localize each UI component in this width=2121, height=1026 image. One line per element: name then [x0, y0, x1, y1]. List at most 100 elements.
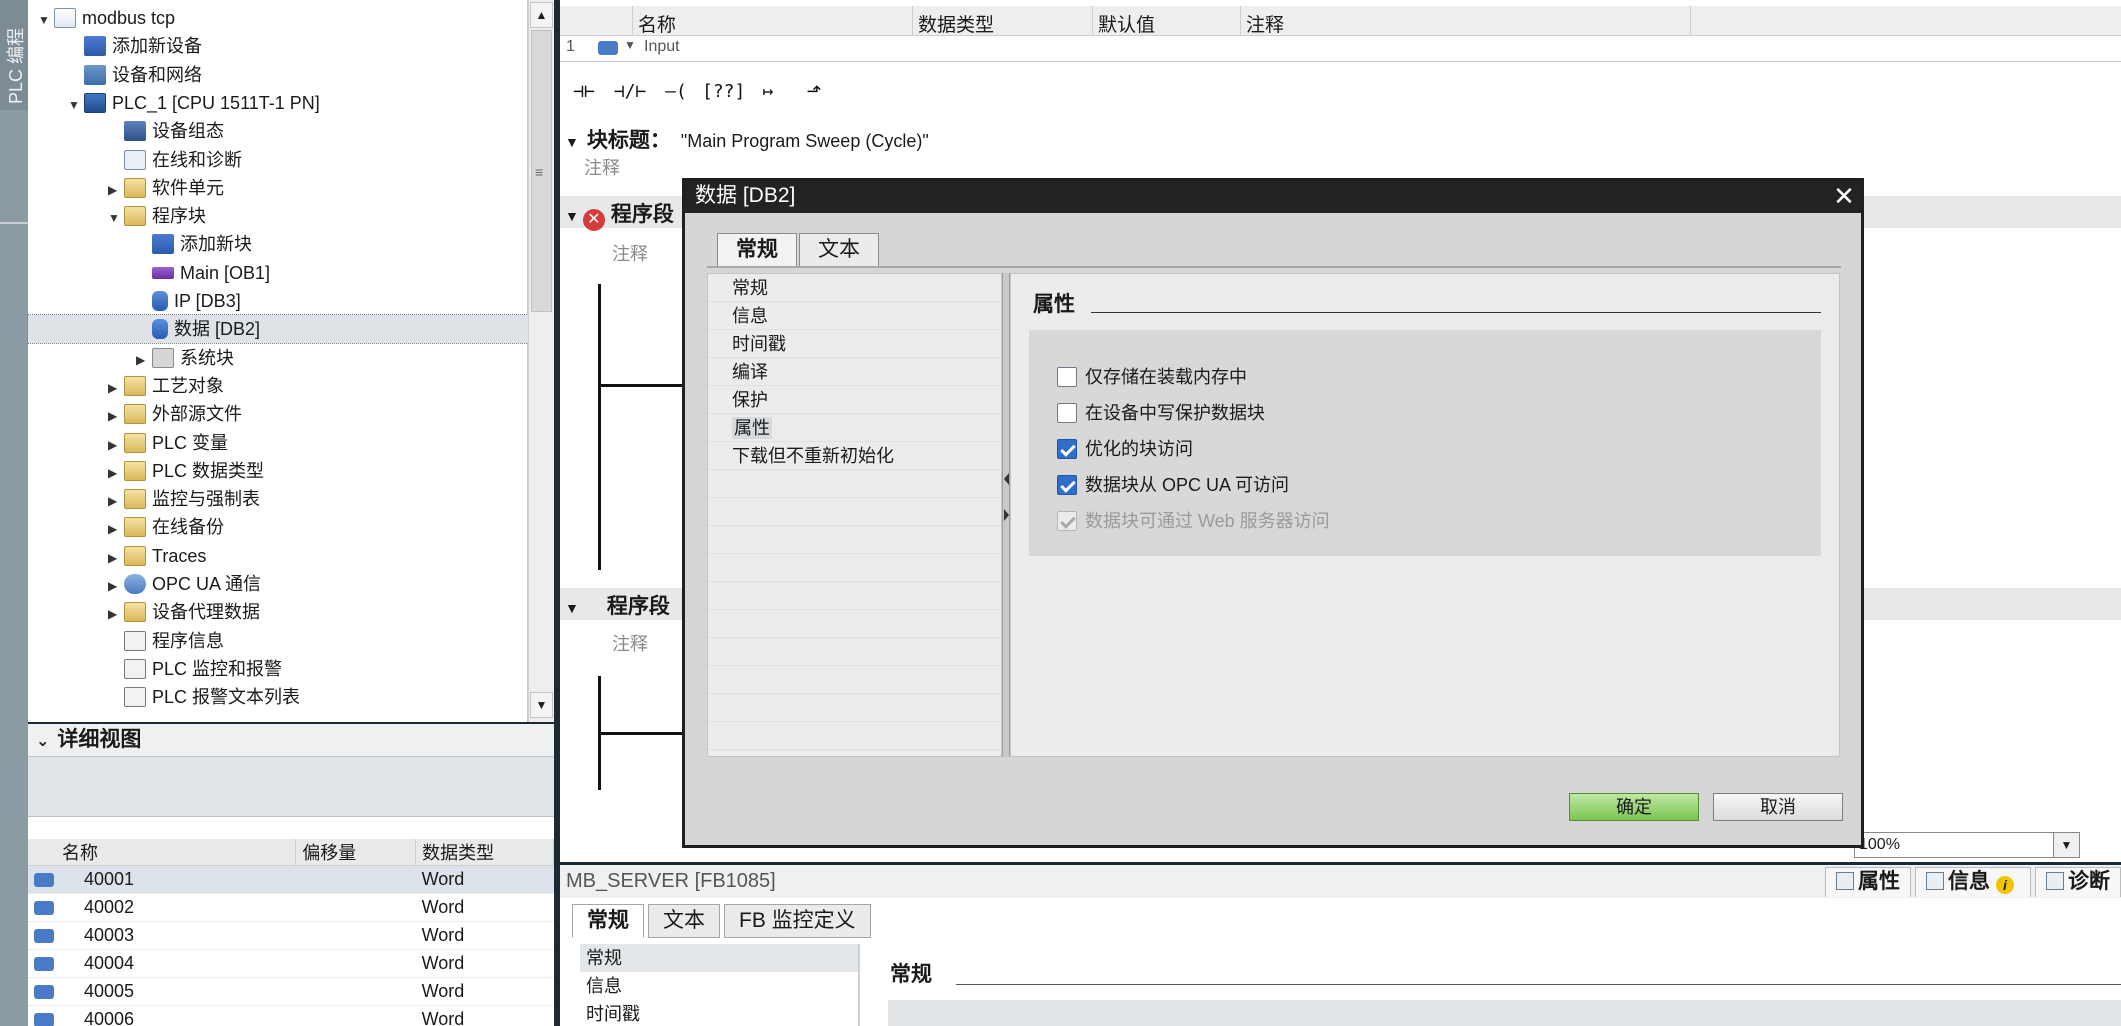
table-row[interactable]: 40005 Word [28, 977, 554, 1006]
tree-item[interactable]: PLC 报警文本列表 [28, 683, 528, 711]
expand-icon[interactable]: ▶ [136, 346, 152, 374]
chevron-down-icon[interactable]: ⌄ [36, 733, 49, 750]
option-checkbox[interactable]: 优化的块访问 [1057, 436, 1193, 462]
block-title-value[interactable]: "Main Program Sweep (Cycle)" [681, 131, 929, 151]
tree-item[interactable]: 在线和诊断 [28, 146, 528, 174]
expand-icon[interactable]: ▶ [108, 176, 124, 204]
scroll-up-button[interactable]: ▲ [530, 2, 553, 28]
iface-col-comment[interactable]: 注释 [1240, 10, 1284, 37]
expand-icon[interactable]: ▶ [108, 459, 124, 487]
column-header-offset[interactable]: 偏移量 [295, 839, 417, 866]
network-1-title[interactable]: ▼ ✕ 程序段 [565, 198, 674, 231]
collapse-icon[interactable]: ▼ [38, 6, 54, 34]
collapse-icon[interactable]: ▼ [108, 204, 124, 232]
inspector-nav-timestamp[interactable]: 时间戳 [580, 1000, 858, 1026]
open-branch-button[interactable]: ↦ [748, 70, 788, 114]
column-header-datatype[interactable]: 数据类型 [415, 839, 554, 866]
tree-item[interactable]: ▶ 工艺对象 [28, 372, 528, 400]
tree-item[interactable]: IP [DB3] [28, 287, 528, 315]
tree-item[interactable]: ▶ 软件单元 [28, 174, 528, 202]
tab-diagnostics[interactable]: 诊断 [2035, 867, 2121, 897]
no-contact-button[interactable]: ⊣⊢ [564, 70, 604, 114]
inspector-tab-general[interactable]: 常规 [572, 904, 644, 938]
collapse-left-icon[interactable] [1004, 473, 1009, 485]
tree-item[interactable]: 添加新设备 [28, 32, 528, 60]
iface-col-datatype[interactable]: 数据类型 [912, 10, 994, 37]
tree-item[interactable]: PLC 监控和报警 [28, 655, 528, 683]
coil-button[interactable]: –( )– [656, 70, 696, 146]
table-row[interactable]: 40001 Word [28, 865, 554, 894]
collapse-icon[interactable]: ▼ [565, 134, 579, 150]
iface-col-name[interactable]: 名称 [632, 10, 676, 37]
close-branch-button[interactable]: ⬏ [794, 70, 834, 114]
tab-info[interactable]: 信息 i [1915, 867, 2031, 897]
close-icon[interactable]: ✕ [1829, 182, 1859, 210]
tree-item[interactable]: 数据 [DB2] [27, 314, 529, 345]
tree-item[interactable]: ▶ PLC 变量 [28, 429, 528, 457]
expand-icon[interactable]: ▶ [108, 572, 124, 600]
tree-item[interactable]: ▶ 设备代理数据 [28, 598, 528, 626]
tree-item[interactable]: ▶ 监控与强制表 [28, 485, 528, 513]
expand-icon[interactable]: ▶ [108, 374, 124, 402]
checked-box-icon[interactable] [1057, 475, 1077, 495]
scroll-down-button[interactable]: ▼ [530, 692, 553, 718]
option-checkbox[interactable]: 数据块从 OPC UA 可访问 [1057, 472, 1289, 498]
dialog-nav-item[interactable]: 下载但不重新初始化 [708, 442, 1001, 470]
tree-item[interactable]: ▼ 程序块 [28, 202, 528, 230]
tree-item[interactable]: ▶ OPC UA 通信 [28, 570, 528, 598]
block-comment[interactable]: 注释 [584, 154, 620, 180]
tree-item[interactable]: Main [OB1] [28, 259, 528, 287]
chevron-down-icon[interactable]: ▼ [2053, 833, 2079, 857]
inspector-nav-info[interactable]: 信息 [580, 972, 858, 1000]
option-checkbox[interactable]: 在设备中写保护数据块 [1057, 400, 1265, 426]
network-2-title[interactable]: ▼ 程序段 [565, 590, 670, 620]
checked-box-icon[interactable] [1057, 439, 1077, 459]
expand-right-icon[interactable] [1004, 509, 1009, 521]
network-2-comment[interactable]: 注释 [612, 630, 648, 656]
tree-item[interactable]: ▼ modbus tcp [28, 4, 528, 32]
tree-item[interactable]: 设备和网络 [28, 61, 528, 89]
tree-item[interactable]: 设备组态 [28, 117, 528, 145]
collapse-icon[interactable]: ▼ [565, 208, 579, 224]
tree-item[interactable]: 程序信息 [28, 627, 528, 655]
tab-properties[interactable]: 属性 [1825, 867, 1911, 897]
tree-item[interactable]: 添加新块 [28, 230, 528, 258]
dialog-nav-item[interactable]: 保护 [708, 386, 1001, 414]
tree-item[interactable]: ▼ PLC_1 [CPU 1511T-1 PN] [28, 89, 528, 117]
nc-contact-button[interactable]: ⊣/⊢ [610, 70, 650, 114]
interface-row[interactable]: 1 ▼ Input [560, 38, 2121, 60]
expand-icon[interactable]: ▶ [108, 487, 124, 515]
cancel-button[interactable]: 取消 [1713, 793, 1843, 821]
expand-icon[interactable]: ▶ [108, 600, 124, 628]
table-row[interactable]: 40006 Word [28, 1005, 554, 1026]
zoom-select[interactable]: 100% ▼ [1854, 832, 2080, 858]
tree-item[interactable]: ▶ 外部源文件 [28, 400, 528, 428]
table-row[interactable]: 40004 Word [28, 949, 554, 978]
option-checkbox[interactable]: 仅存储在装载内存中 [1057, 364, 1247, 390]
tree-item[interactable]: ▶ 在线备份 [28, 513, 528, 541]
table-row[interactable]: 40003 Word [28, 921, 554, 950]
expand-icon[interactable]: ▶ [108, 402, 124, 430]
collapse-icon[interactable]: ▼ [565, 600, 579, 616]
unchecked-box-icon[interactable] [1057, 367, 1077, 387]
ok-button[interactable]: 确定 [1569, 793, 1699, 821]
expand-icon[interactable]: ▶ [108, 515, 124, 543]
inspector-nav-general[interactable]: 常规 [580, 944, 858, 972]
dialog-titlebar[interactable]: 数据 [DB2] [685, 181, 1861, 213]
project-tree-scrollbar[interactable]: ▲ ≡ ▼ [528, 0, 554, 722]
collapse-icon[interactable]: ▼ [68, 91, 84, 119]
empty-box-button[interactable]: [??] [702, 70, 745, 114]
expand-icon[interactable]: ▶ [108, 431, 124, 459]
inspector-tab-fb-monitoring[interactable]: FB 监控定义 [724, 904, 871, 938]
iface-col-default[interactable]: 默认值 [1092, 10, 1155, 37]
detail-view-header[interactable]: ⌄ 详细视图 [28, 724, 554, 757]
dialog-nav-item[interactable]: 属性 [708, 414, 1001, 442]
dialog-nav-item[interactable]: 信息 [708, 302, 1001, 330]
plc-programming-tab[interactable]: PLC 编程 [0, 0, 28, 110]
dialog-tab-general[interactable]: 常规 [717, 233, 797, 267]
tree-item[interactable]: ▶ 系统块 [28, 344, 528, 372]
table-row[interactable]: 40002 Word [28, 893, 554, 922]
dialog-nav-item[interactable]: 编译 [708, 358, 1001, 386]
tree-item[interactable]: ▶ PLC 数据类型 [28, 457, 528, 485]
dialog-nav-item[interactable]: 常规 [708, 274, 1001, 302]
